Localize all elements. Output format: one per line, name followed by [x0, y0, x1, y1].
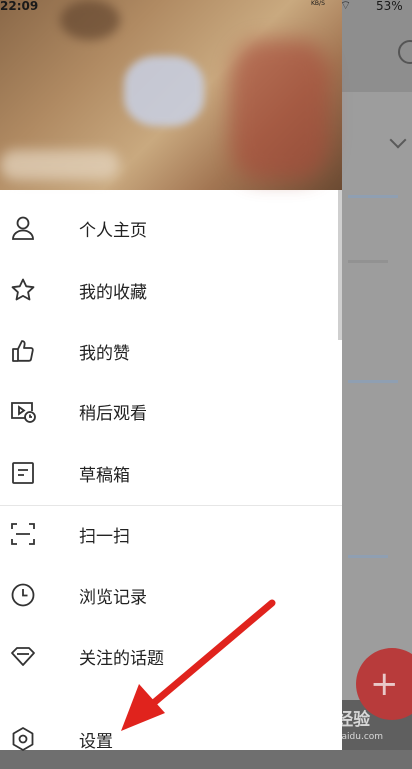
menu-item-label: 草稿箱 — [79, 466, 130, 486]
topic-diamond-icon — [10, 643, 36, 669]
menu-item-likes[interactable]: 我的赞 — [0, 320, 342, 381]
menu-item-profile[interactable]: 个人主页 — [0, 197, 342, 258]
menu-item-scan[interactable]: 扫一扫 — [0, 503, 342, 564]
battery-level: 53% — [376, 0, 403, 13]
cover-decoration — [230, 40, 330, 180]
menu-item-followed-topics[interactable]: 关注的话题 — [0, 625, 342, 686]
menu-item-label: 设置 — [79, 732, 113, 752]
person-icon — [10, 215, 36, 241]
menu-item-label: 个人主页 — [79, 221, 147, 241]
cover-decoration — [0, 150, 120, 180]
menu-item-favorites[interactable]: 我的收藏 — [0, 259, 342, 320]
drafts-icon — [10, 460, 36, 486]
menu-item-history[interactable]: 浏览记录 — [0, 564, 342, 625]
star-icon — [10, 277, 36, 303]
menu-item-label: 关注的话题 — [79, 649, 164, 669]
background-link-text — [348, 195, 398, 198]
menu-item-label: 我的赞 — [79, 344, 130, 364]
menu-item-watch-later[interactable]: 稍后观看 — [0, 380, 342, 441]
menu-item-drafts[interactable]: 草稿箱 — [0, 442, 342, 503]
plus-icon: + — [370, 664, 399, 704]
network-speed-unit: KB/S — [311, 0, 325, 7]
wifi-icon: ⌔ — [340, 0, 352, 12]
scan-icon — [10, 521, 36, 547]
navigation-drawer: 个人主页 我的收藏 我的赞 稍后观看 草稿箱 扫一扫 浏览记录 关注的话题 设置 — [0, 0, 342, 752]
background-link-text — [348, 555, 388, 558]
menu-item-settings[interactable]: 设置 — [0, 708, 342, 769]
background-link-text — [348, 380, 398, 383]
watch-later-icon — [10, 398, 36, 424]
watermark-text: Bai 经验 — [300, 710, 371, 730]
profile-cover-image[interactable] — [0, 0, 342, 190]
menu-divider — [0, 505, 342, 506]
status-time: 22:09 — [0, 0, 39, 13]
background-text — [348, 260, 388, 263]
watermark-subtext: jingyan.baidu.com — [300, 732, 384, 742]
menu-item-label: 扫一扫 — [79, 527, 130, 547]
status-bar: 22:09 KB/S ⌔ 53% — [0, 0, 412, 16]
menu-item-label: 稍后观看 — [79, 404, 147, 424]
menu-item-label: 我的收藏 — [79, 283, 147, 303]
history-clock-icon — [10, 582, 36, 608]
network-speed: KB/S — [311, 1, 325, 7]
thumbs-up-icon — [10, 338, 36, 364]
settings-hexagon-icon — [10, 726, 36, 752]
avatar[interactable] — [124, 56, 204, 126]
watermark-logo: Bai 经验 jingyan.baidu.com — [300, 705, 383, 742]
menu-item-label: 浏览记录 — [79, 588, 147, 608]
